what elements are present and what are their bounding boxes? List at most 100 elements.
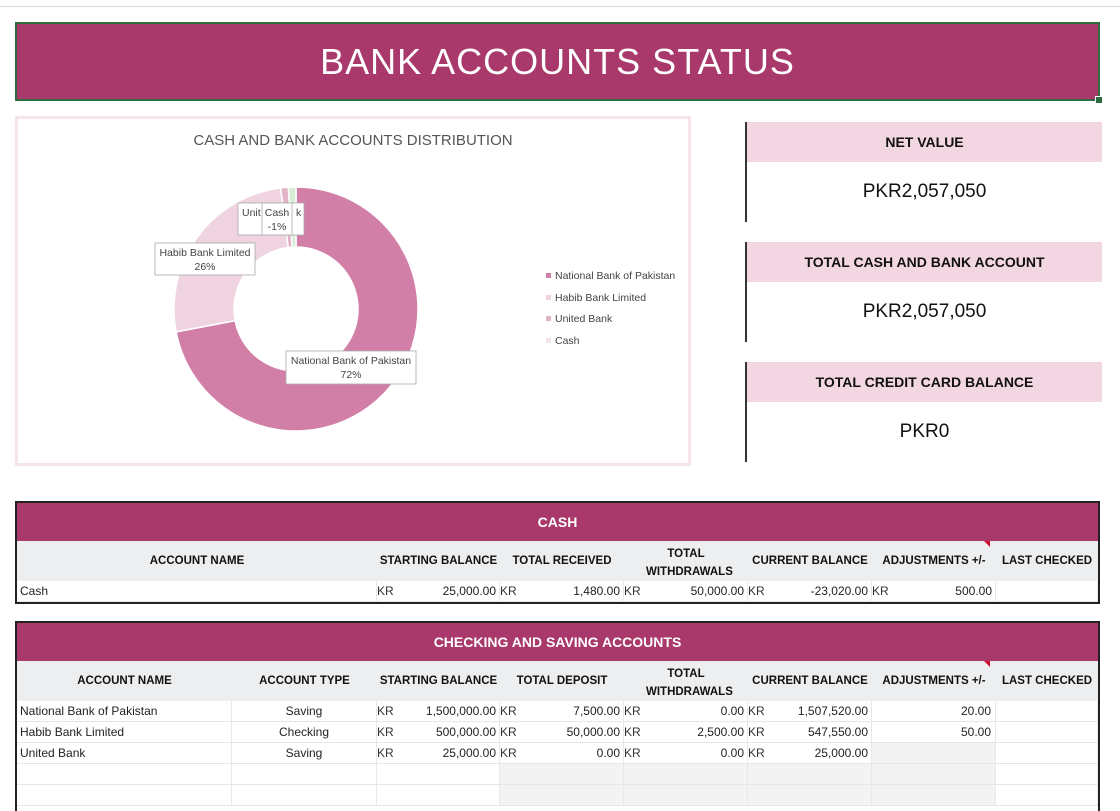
- cell-empty[interactable]: [748, 764, 872, 784]
- cell-empty[interactable]: [748, 785, 872, 805]
- cell-account-name[interactable]: United Bank: [17, 743, 232, 763]
- col-adjustments-text: ADJUSTMENTS +/-: [882, 675, 986, 687]
- cell-empty[interactable]: [500, 785, 624, 805]
- table-row[interactable]: National Bank of Pakistan Saving KR 1,500…: [17, 701, 1098, 722]
- cell-value: 547,550.00: [807, 725, 868, 739]
- donut-chart-svg: Habib Bank Limited 26% Unit k Cash -1% N…: [154, 186, 675, 432]
- checking-saving-table: CHECKING AND SAVING ACCOUNTS ACCOUNT NAM…: [15, 621, 1100, 811]
- cell-last-checked[interactable]: [996, 743, 1098, 763]
- table-row[interactable]: Cash KR 25,000.00 KR 1,480.00 KR 50,000.00 …: [17, 581, 1098, 602]
- cell-empty[interactable]: [872, 785, 996, 805]
- col-last-checked[interactable]: LAST CHECKED: [996, 661, 1098, 701]
- cell-value: 0.00: [596, 746, 620, 760]
- table-row[interactable]: Habib Bank Limited Checking KR 500,000.00…: [17, 722, 1098, 743]
- cell-current-balance[interactable]: KR 1,507,520.00: [748, 701, 872, 721]
- legend-item-nbp: National Bank of Pakistan: [555, 270, 675, 282]
- col-current-balance[interactable]: CURRENT BALANCE: [748, 541, 872, 581]
- cell-value: 0.00: [720, 746, 744, 760]
- cell-starting-balance[interactable]: KR 1,500,000.00: [377, 701, 500, 721]
- title-banner[interactable]: BANK ACCOUNTS STATUS: [15, 22, 1103, 104]
- label-cash-name: Cash: [265, 207, 290, 219]
- cell-adjustments[interactable]: KR 500.00: [872, 581, 996, 601]
- col-adjustments[interactable]: ADJUSTMENTS +/-: [872, 541, 996, 581]
- cell-current-balance[interactable]: KR 547,550.00: [748, 722, 872, 742]
- cell-value: 7,500.00: [573, 704, 620, 718]
- table-row-empty[interactable]: [17, 785, 1098, 806]
- cell-adjustments[interactable]: 50.00: [872, 722, 996, 742]
- cell-empty[interactable]: [17, 785, 232, 805]
- col-last-checked[interactable]: LAST CHECKED: [996, 541, 1098, 581]
- kpi-value: PKR2,057,050: [747, 162, 1102, 222]
- cell-current-balance[interactable]: KR 25,000.00: [748, 743, 872, 763]
- col-account-name[interactable]: ACCOUNT NAME: [17, 661, 232, 701]
- col-total-received[interactable]: TOTAL RECEIVED: [500, 541, 624, 581]
- label-habib-pct: 26%: [194, 261, 215, 273]
- cell-empty[interactable]: [500, 764, 624, 784]
- comment-indicator-icon[interactable]: [984, 541, 990, 547]
- col-total-deposit[interactable]: TOTAL DEPOSIT: [500, 661, 624, 701]
- distribution-chart[interactable]: CASH AND BANK ACCOUNTS DISTRIBUTION Habi…: [15, 116, 691, 466]
- cell-account-name[interactable]: Cash: [17, 581, 377, 601]
- col-starting-balance[interactable]: STARTING BALANCE: [377, 541, 500, 581]
- cell-account-name[interactable]: Habib Bank Limited: [17, 722, 232, 742]
- currency-prefix: KR: [500, 584, 517, 598]
- cell-adjustments[interactable]: 20.00: [872, 701, 996, 721]
- col-starting-balance[interactable]: STARTING BALANCE: [377, 661, 500, 701]
- col-total-withdrawals-text: TOTAL WITHDRAWALS: [646, 668, 733, 698]
- col-total-withdrawals[interactable]: TOTAL WITHDRAWALS: [624, 541, 748, 581]
- cell-last-checked[interactable]: [996, 581, 1098, 601]
- cell-total-received[interactable]: KR 1,480.00: [500, 581, 624, 601]
- cell-total-deposit[interactable]: KR 50,000.00: [500, 722, 624, 742]
- kpi-label: TOTAL CASH AND BANK ACCOUNT: [747, 242, 1102, 282]
- cell-empty[interactable]: [232, 785, 377, 805]
- cell-empty[interactable]: [377, 764, 500, 784]
- comment-indicator-icon[interactable]: [984, 661, 990, 667]
- legend-swatch-habib: [546, 295, 551, 300]
- cell-empty[interactable]: [996, 764, 1098, 784]
- cell-total-withdrawals[interactable]: KR 2,500.00: [624, 722, 748, 742]
- cell-account-type[interactable]: Saving: [232, 701, 377, 721]
- cell-last-checked[interactable]: [996, 722, 1098, 742]
- currency-prefix: KR: [748, 725, 765, 739]
- cell-empty[interactable]: [232, 764, 377, 784]
- cell-starting-balance[interactable]: KR 25,000.00: [377, 743, 500, 763]
- cell-current-balance[interactable]: KR -23,020.00: [748, 581, 872, 601]
- cell-starting-balance[interactable]: KR 500,000.00: [377, 722, 500, 742]
- cell-total-withdrawals[interactable]: KR 50,000.00: [624, 581, 748, 601]
- currency-prefix: KR: [748, 584, 765, 598]
- selection-fill-handle[interactable]: [1095, 96, 1103, 104]
- col-total-withdrawals[interactable]: TOTAL WITHDRAWALS: [624, 661, 748, 701]
- cell-value: 50,000.00: [566, 725, 620, 739]
- label-cash-pct: -1%: [268, 221, 287, 233]
- cell-account-name[interactable]: National Bank of Pakistan: [17, 701, 232, 721]
- label-nbp-name: National Bank of Pakistan: [291, 355, 411, 367]
- cell-total-deposit[interactable]: KR 7,500.00: [500, 701, 624, 721]
- cell-empty[interactable]: [624, 764, 748, 784]
- cell-empty[interactable]: [624, 785, 748, 805]
- cell-adjustments[interactable]: [872, 743, 996, 763]
- label-nbp-pct: 72%: [340, 369, 361, 381]
- cell-account-type[interactable]: Checking: [232, 722, 377, 742]
- col-account-type[interactable]: ACCOUNT TYPE: [232, 661, 377, 701]
- currency-prefix: KR: [624, 704, 641, 718]
- cell-starting-balance[interactable]: KR 25,000.00: [377, 581, 500, 601]
- col-current-balance[interactable]: CURRENT BALANCE: [748, 661, 872, 701]
- legend-item-united: United Bank: [555, 313, 613, 325]
- cell-empty[interactable]: [996, 785, 1098, 805]
- cell-empty[interactable]: [17, 764, 232, 784]
- cell-total-deposit[interactable]: KR 0.00: [500, 743, 624, 763]
- cell-total-withdrawals[interactable]: KR 0.00: [624, 743, 748, 763]
- kpi-value: PKR2,057,050: [747, 282, 1102, 342]
- cell-value: 50,000.00: [690, 584, 744, 598]
- col-adjustments[interactable]: ADJUSTMENTS +/-: [872, 661, 996, 701]
- table-row[interactable]: United Bank Saving KR 25,000.00 KR 0.00 KR…: [17, 743, 1098, 764]
- col-account-name[interactable]: ACCOUNT NAME: [17, 541, 377, 581]
- table-row-empty[interactable]: [17, 764, 1098, 785]
- cell-empty[interactable]: [872, 764, 996, 784]
- col-total-withdrawals-text: TOTAL WITHDRAWALS: [646, 548, 733, 578]
- cell-account-type[interactable]: Saving: [232, 743, 377, 763]
- cell-total-withdrawals[interactable]: KR 0.00: [624, 701, 748, 721]
- cell-last-checked[interactable]: [996, 701, 1098, 721]
- cell-empty[interactable]: [377, 785, 500, 805]
- label-habib-name: Habib Bank Limited: [159, 247, 250, 259]
